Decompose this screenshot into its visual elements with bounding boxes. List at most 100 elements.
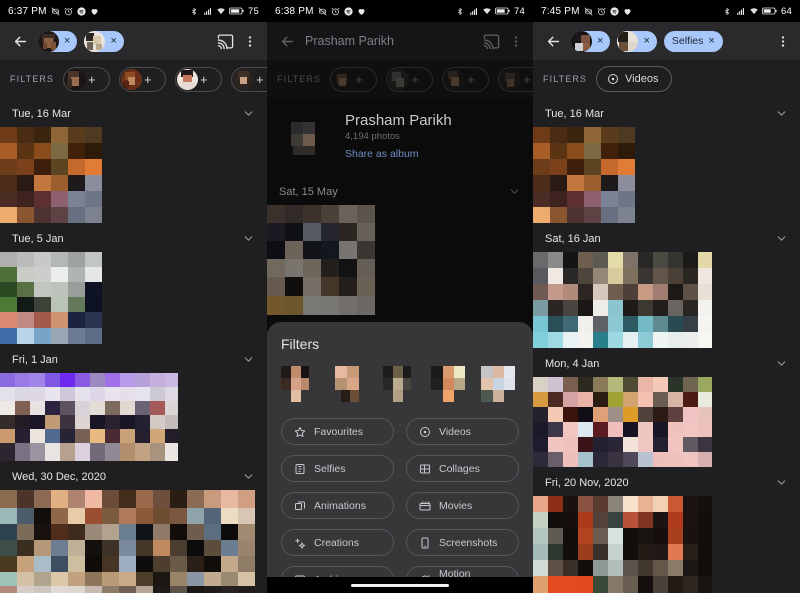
battery-icon	[229, 7, 244, 16]
cast-icon[interactable]	[481, 31, 501, 51]
face-thumbnail[interactable]	[381, 366, 419, 402]
face-filter-chip[interactable]: ×	[84, 31, 123, 52]
filter-option-movies[interactable]: Movies	[406, 492, 519, 519]
videos-filter-chip[interactable]: Videos	[596, 66, 672, 92]
remove-chip-icon[interactable]: ×	[597, 36, 603, 47]
panel-left: 6:37 PM 75	[0, 0, 267, 593]
filter-option-selfies[interactable]: Selfies	[281, 455, 394, 482]
heart-icon	[623, 7, 632, 16]
photo-grid[interactable]	[533, 377, 800, 467]
chevron-down-icon[interactable]	[775, 107, 788, 120]
face-thumbnail[interactable]	[431, 366, 469, 402]
date-header[interactable]: Fri, 20 Nov, 2020	[533, 467, 800, 496]
photo-grid[interactable]	[267, 205, 533, 315]
photo-grid[interactable]	[0, 127, 267, 223]
share-as-album-link[interactable]: Share as album	[345, 148, 452, 160]
photo-grid[interactable]	[533, 127, 800, 223]
suggested-face-chip[interactable]: +	[119, 67, 166, 92]
remove-chip-icon[interactable]: ×	[110, 36, 116, 47]
filter-option-creations[interactable]: Creations	[281, 529, 394, 556]
spotify-icon	[610, 7, 619, 16]
date-header[interactable]: Tue, 16 Mar	[533, 98, 800, 127]
chevron-down-icon[interactable]	[508, 185, 521, 198]
date-header[interactable]: Fri, 1 Jan	[0, 344, 267, 373]
suggested-face-chip[interactable]: +	[63, 67, 110, 92]
chevron-down-icon[interactable]	[775, 232, 788, 245]
avatar[interactable]	[281, 110, 333, 162]
status-bar: 6:38 PM 74	[267, 0, 533, 22]
filter-option-videos[interactable]: Videos	[406, 418, 519, 445]
panel-middle: 6:38 PM 74 Prasham Parikh	[267, 0, 533, 593]
filter-option-label: Movies	[439, 500, 472, 512]
filter-option-favourites[interactable]: Favourites	[281, 418, 394, 445]
suggested-face-chip[interactable]: +	[330, 67, 377, 92]
date-label: Sat, 15 May	[279, 186, 338, 198]
add-face-filter-icon[interactable]: +	[88, 73, 96, 86]
add-face-filter-icon[interactable]: +	[411, 73, 419, 86]
navigation-bar	[267, 577, 533, 593]
date-header[interactable]: Tue, 16 Mar	[0, 98, 267, 127]
face-thumbnail[interactable]	[331, 366, 369, 402]
filter-option-screenshots[interactable]: Screenshots	[406, 529, 519, 556]
home-gesture-pill[interactable]	[351, 584, 449, 587]
three-panel-screenshot: 6:37 PM 75	[0, 0, 800, 593]
more-vert-icon[interactable]	[776, 31, 790, 51]
chevron-down-icon[interactable]	[775, 357, 788, 370]
sheet-face-thumbnails[interactable]	[281, 366, 519, 402]
date-header[interactable]: Wed, 30 Dec, 2020	[0, 461, 267, 490]
date-header[interactable]: Tue, 5 Jan	[0, 223, 267, 252]
face-filter-chip[interactable]: ×	[571, 31, 610, 52]
add-face-filter-icon[interactable]: +	[256, 73, 264, 86]
wifi-icon	[216, 7, 225, 16]
suggested-face-chip[interactable]: +	[442, 67, 489, 92]
photo-grid[interactable]	[0, 373, 267, 461]
filter-option-collages[interactable]: Collages	[406, 455, 519, 482]
add-face-filter-icon[interactable]: +	[200, 73, 208, 86]
more-vert-icon[interactable]	[243, 31, 257, 51]
remove-chip-icon[interactable]: ×	[64, 36, 70, 47]
chevron-down-icon[interactable]	[242, 470, 255, 483]
battery-icon	[762, 7, 777, 16]
face-thumbnail[interactable]	[481, 366, 519, 402]
app-bar: × × Selfies ×	[533, 22, 800, 60]
photo-grid[interactable]	[533, 252, 800, 348]
back-arrow-icon[interactable]	[10, 31, 30, 51]
add-face-filter-icon[interactable]: +	[144, 73, 152, 86]
chevron-down-icon[interactable]	[775, 476, 788, 489]
face-filter-chip[interactable]: ×	[38, 31, 77, 52]
suggested-face-chip[interactable]: +	[498, 67, 533, 92]
suggested-face-chip[interactable]: +	[386, 67, 433, 92]
add-face-filter-icon[interactable]: +	[355, 73, 363, 86]
remove-chip-icon[interactable]: ×	[643, 36, 649, 47]
add-face-filter-icon[interactable]: +	[467, 73, 475, 86]
heart-icon	[90, 7, 99, 16]
date-header[interactable]: Sat, 16 Jan	[533, 223, 800, 252]
date-header[interactable]: Mon, 4 Jan	[533, 348, 800, 377]
back-arrow-icon[interactable]	[277, 31, 297, 51]
date-label: Mon, 4 Jan	[545, 358, 599, 370]
videos-chip-label: Videos	[625, 73, 658, 85]
cast-icon[interactable]	[215, 31, 235, 51]
photo-feed[interactable]: Tue, 16 Mar Tue, 5 Jan	[0, 98, 267, 593]
photo-feed[interactable]: Prasham Parikh 4,194 photos Share as alb…	[267, 98, 533, 593]
photo-feed[interactable]: Tue, 16 Mar Sat, 16 Jan	[533, 98, 800, 593]
avatar	[388, 69, 409, 90]
chevron-down-icon[interactable]	[242, 353, 255, 366]
photo-grid[interactable]	[0, 252, 267, 344]
suggested-face-chip[interactable]: +	[175, 67, 222, 92]
suggested-face-chip[interactable]: +	[231, 67, 267, 92]
back-arrow-icon[interactable]	[543, 31, 563, 51]
filters-bottom-sheet: Filters Favourites Vid	[267, 322, 533, 593]
more-vert-icon[interactable]	[509, 31, 523, 51]
add-face-filter-icon[interactable]: +	[523, 73, 531, 86]
selfies-filter-chip[interactable]: Selfies ×	[664, 31, 723, 52]
face-filter-chip[interactable]: ×	[617, 31, 656, 52]
status-left-cluster: 7:45 PM	[541, 6, 632, 17]
face-thumbnail[interactable]	[281, 366, 319, 402]
date-header[interactable]: Sat, 15 May	[267, 176, 533, 205]
chevron-down-icon[interactable]	[242, 107, 255, 120]
chevron-down-icon[interactable]	[242, 232, 255, 245]
remove-chip-icon[interactable]: ×	[708, 35, 714, 47]
filter-option-animations[interactable]: Animations	[281, 492, 394, 519]
status-right-cluster: 64	[723, 6, 792, 17]
